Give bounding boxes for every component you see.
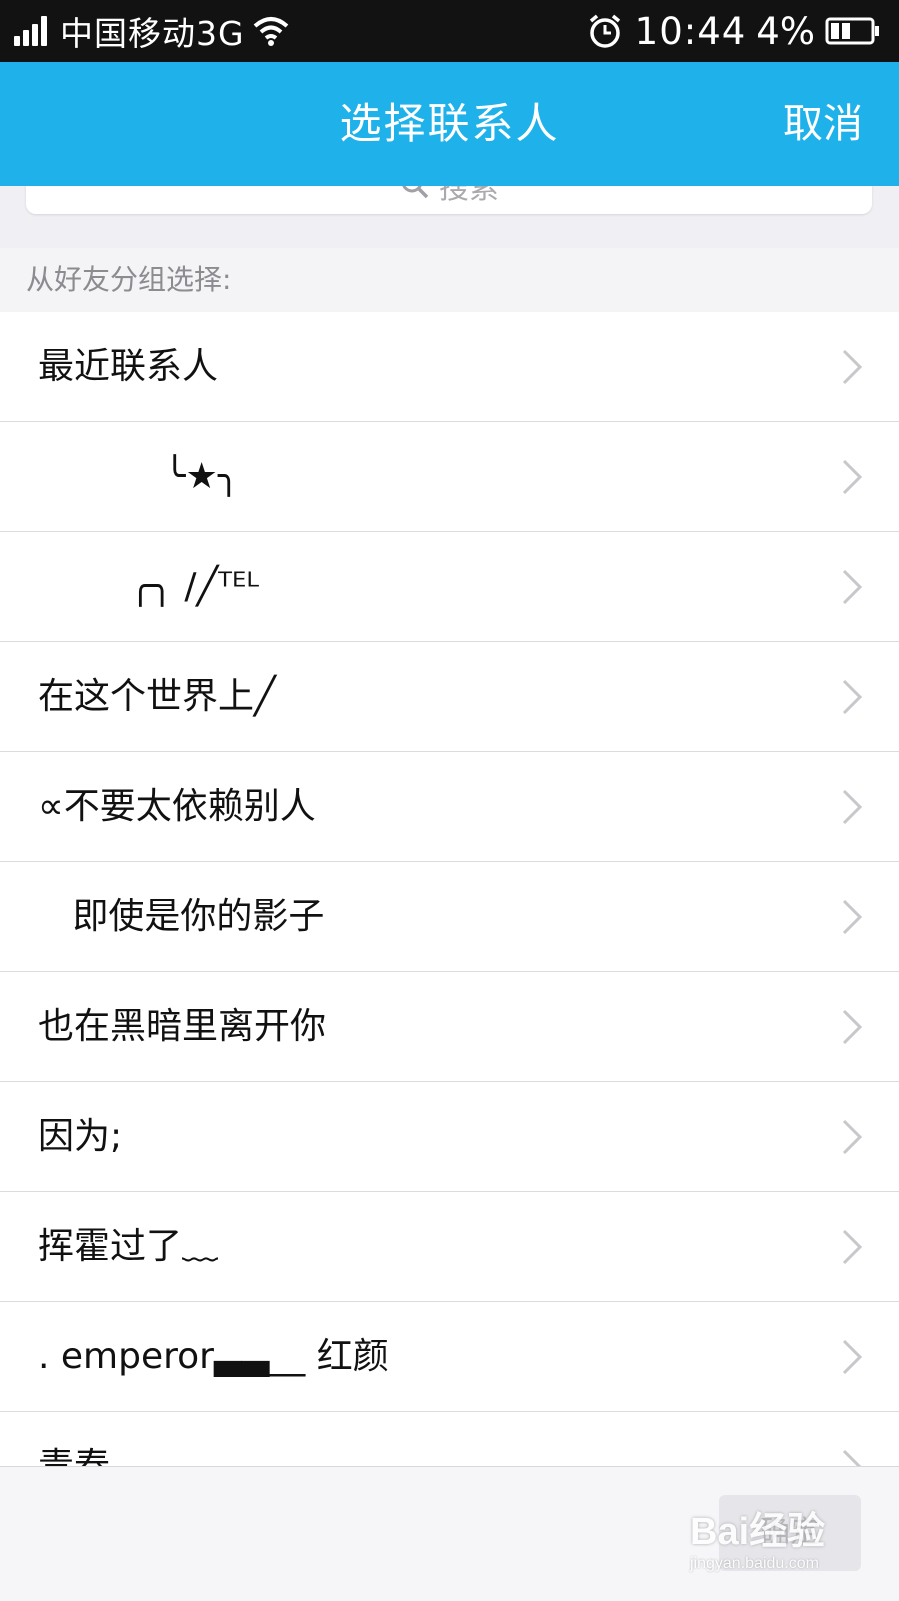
status-time: 10:44 — [634, 9, 747, 53]
chevron-right-icon — [842, 899, 863, 935]
watermark-sub: jingyan.baidu.com — [690, 1555, 819, 1572]
chevron-right-icon — [842, 569, 863, 605]
list-item-label: 也在黑暗里离开你 — [38, 1006, 327, 1047]
list-item[interactable]: ╭╮ /╱ᵀᴱᴸ — [0, 532, 899, 642]
baidu-jingyan-watermark: Bai经验 jingyan.baidu.com — [690, 1500, 825, 1573]
list-item[interactable]: 因为; — [0, 1082, 899, 1192]
list-item[interactable]: 青春 。 — [0, 1412, 899, 1468]
list-item-label: 青春 。 — [38, 1446, 158, 1468]
chevron-right-icon — [842, 459, 863, 495]
list-item-label: . emperor▃▃__ 红颜 — [38, 1336, 389, 1377]
list-item[interactable]: 最近联系人 — [0, 312, 899, 422]
section-header-label: 从好友分组选择: — [26, 263, 232, 296]
list-item[interactable]: 挥霍过了﹏ — [0, 1192, 899, 1302]
search-area: 搜索 — [0, 156, 899, 248]
list-item[interactable]: 也在黑暗里离开你 — [0, 972, 899, 1082]
chevron-right-icon — [842, 1119, 863, 1155]
list-item-label: 在这个世界上╱ — [38, 676, 276, 717]
watermark-main: Bai经验 — [690, 1511, 826, 1553]
list-item[interactable]: . emperor▃▃__ 红颜 — [0, 1302, 899, 1412]
status-left: 中国移动3G — [14, 10, 289, 53]
list-item-label: 最近联系人 — [38, 346, 219, 387]
list-item[interactable]: ∝不要太依赖别人 — [0, 752, 899, 862]
list-item[interactable]: 在这个世界上╱ — [0, 642, 899, 752]
carrier-label: 中国移动3G — [60, 14, 245, 53]
list-item-label: 因为; — [38, 1116, 123, 1157]
nav-bar: 选择联系人 取消 — [0, 62, 899, 186]
chevron-right-icon — [842, 1449, 863, 1468]
section-header: 从好友分组选择: — [0, 248, 899, 312]
alarm-clock-icon — [589, 14, 620, 48]
group-list: 最近联系人 ╰★╮ ╭╮ /╱ᵀᴱᴸ 在这个世界上╱ ∝不要太依赖别人 即使是你… — [0, 312, 899, 1468]
status-right: 10:44 4% — [587, 9, 881, 53]
page-title: 选择联系人 — [339, 99, 560, 148]
signal-icon — [14, 16, 50, 46]
list-item-label: ∝不要太依赖别人 — [38, 786, 316, 827]
chevron-right-icon — [842, 1229, 863, 1265]
chevron-right-icon — [842, 1009, 863, 1045]
battery-percent: 4% — [756, 9, 815, 53]
chevron-right-icon — [842, 789, 863, 825]
list-item-label: ╰★╮ — [38, 456, 240, 497]
list-item-label: 即使是你的影子 — [38, 896, 325, 937]
cancel-button[interactable]: 取消 — [783, 62, 863, 186]
chevron-right-icon — [842, 679, 863, 715]
wifi-icon — [253, 17, 288, 46]
status-bar: 中国移动3G 10:44 4% — [0, 0, 899, 62]
chevron-right-icon — [842, 349, 863, 385]
list-item-label: ╭╮ /╱ᵀᴱᴸ — [38, 566, 259, 607]
battery-icon — [825, 17, 879, 45]
chevron-right-icon — [842, 1339, 863, 1375]
list-item[interactable]: 即使是你的影子 — [0, 862, 899, 972]
list-item[interactable]: ╰★╮ — [0, 422, 899, 532]
list-item-label: 挥霍过了﹏ — [38, 1226, 219, 1267]
